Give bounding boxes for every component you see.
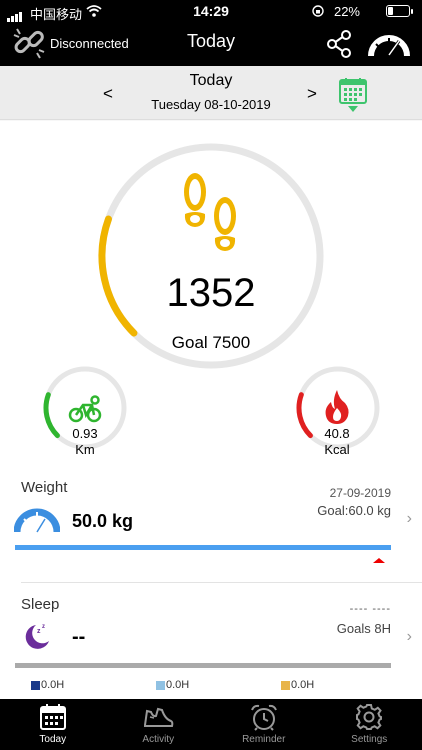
calories-unit: Kcal <box>324 442 350 457</box>
speedometer-icon[interactable] <box>368 30 410 58</box>
battery-percent: 22% <box>333 4 360 19</box>
sleep-title: Sleep <box>21 596 60 613</box>
weight-chevron-right-icon[interactable]: › <box>407 510 412 528</box>
previous-day-button[interactable]: < <box>103 84 113 104</box>
legend-swatch <box>156 680 165 690</box>
weight-title: Weight <box>21 479 68 496</box>
calendar-icon[interactable] <box>337 77 369 113</box>
moon-sleep-icon: z z <box>25 624 49 649</box>
status-bar: 中国移动 14:29 22% <box>0 0 422 22</box>
sleep-goal: Goals 8H <box>336 621 391 636</box>
tab-label: Reminder <box>242 734 286 745</box>
weight-marker <box>373 558 385 563</box>
alarm-clock-icon <box>250 704 277 731</box>
battery-icon <box>386 5 413 17</box>
calories-value: 40.8 <box>324 426 350 441</box>
svg-text:z: z <box>37 628 41 635</box>
dashboard-content: 1352 Goal 7500 0.93 Km 40.8 Kcal Weight … <box>0 121 422 699</box>
weight-date: 27-09-2019 <box>329 486 391 500</box>
tab-today[interactable]: Today <box>0 699 106 750</box>
connection-status[interactable]: Disconnected <box>12 25 129 61</box>
sleep-chevron-right-icon[interactable]: › <box>407 628 412 646</box>
weight-goal: Goal:60.0 kg <box>317 503 391 518</box>
legend-swatch <box>31 680 40 690</box>
svg-text:z: z <box>42 624 45 630</box>
section-divider <box>21 582 422 583</box>
share-icon[interactable] <box>325 29 355 59</box>
sleep-legend-awake: 0.0H <box>281 679 314 691</box>
shoe-icon <box>144 707 174 727</box>
weight-bar <box>15 545 391 550</box>
tab-label: Settings <box>351 734 388 745</box>
date-navigation: Today Tuesday 08-10-2019 < > <box>0 66 422 120</box>
bike-icon <box>68 395 102 423</box>
next-day-button[interactable]: > <box>307 84 317 104</box>
tab-reminder[interactable]: Reminder <box>211 699 317 750</box>
tab-activity[interactable]: Activity <box>106 699 212 750</box>
sleep-time-range: ---- ---- <box>349 603 391 615</box>
sleep-value: -- <box>72 626 86 648</box>
scale-gauge-icon <box>14 508 60 533</box>
flame-icon <box>325 390 349 424</box>
distance-value: 0.93 <box>72 426 98 441</box>
gear-icon <box>356 704 383 730</box>
sleep-legend-light: 0.0H <box>156 679 189 691</box>
tab-settings[interactable]: Settings <box>317 699 422 750</box>
legend-swatch <box>281 680 290 690</box>
distance-unit: Km <box>75 442 95 457</box>
tab-label: Activity <box>142 734 175 745</box>
sleep-bar <box>15 663 391 668</box>
tab-label: Today <box>39 734 67 745</box>
steps-goal: Goal 7500 <box>171 333 251 352</box>
tab-bar: Today Activity Reminder Settings <box>0 699 422 750</box>
top-bar: 中国移动 14:29 22% Disconnected Today <box>0 0 422 66</box>
sleep-legend-deep: 0.0H <box>31 679 64 691</box>
footprints-icon <box>184 173 236 251</box>
weight-value: 50.0 kg <box>72 511 134 531</box>
calendar-icon <box>39 704 66 730</box>
lock-rotation-icon <box>312 5 324 17</box>
steps-count: 1352 <box>166 271 256 315</box>
connection-status-label: Disconnected <box>50 35 129 51</box>
link-broken-icon <box>13 28 45 59</box>
